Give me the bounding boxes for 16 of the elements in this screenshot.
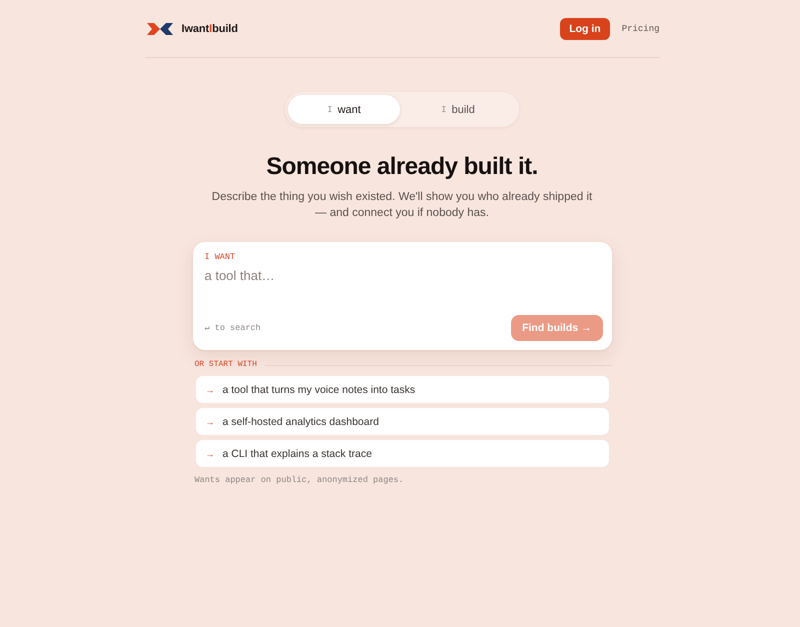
logo-icon bbox=[146, 22, 172, 34]
mode-tab[interactable]: I want bbox=[288, 95, 400, 124]
login-button[interactable]: Log in bbox=[560, 18, 610, 40]
pricing-link[interactable]: Pricing bbox=[622, 24, 660, 34]
privacy-note: Wants appear on public, anonymized pages. bbox=[194, 475, 404, 485]
search-hint: ↵ to search bbox=[204, 323, 261, 333]
suggestion-item[interactable]: → a CLI that explains a stack trace bbox=[196, 440, 608, 467]
mode-tab[interactable]: I build bbox=[402, 95, 514, 124]
brand-name[interactable]: IwantIbuild bbox=[182, 22, 238, 34]
suggestion-item[interactable]: → a self-hosted analytics dashboard bbox=[196, 408, 608, 435]
page-heading: Someone already built it. bbox=[266, 152, 538, 182]
suggestion-item[interactable]: → a tool that turns my voice notes into tasks bbox=[196, 376, 608, 403]
page-subtitle: Describe the thing you wish existed. We'll show you who already shipped it — and connect you if nobody has. bbox=[210, 190, 594, 221]
want-input[interactable]: a tool that… bbox=[204, 262, 602, 315]
field-label: I WANT bbox=[204, 252, 236, 262]
section-label: OR START WITH bbox=[194, 359, 257, 371]
